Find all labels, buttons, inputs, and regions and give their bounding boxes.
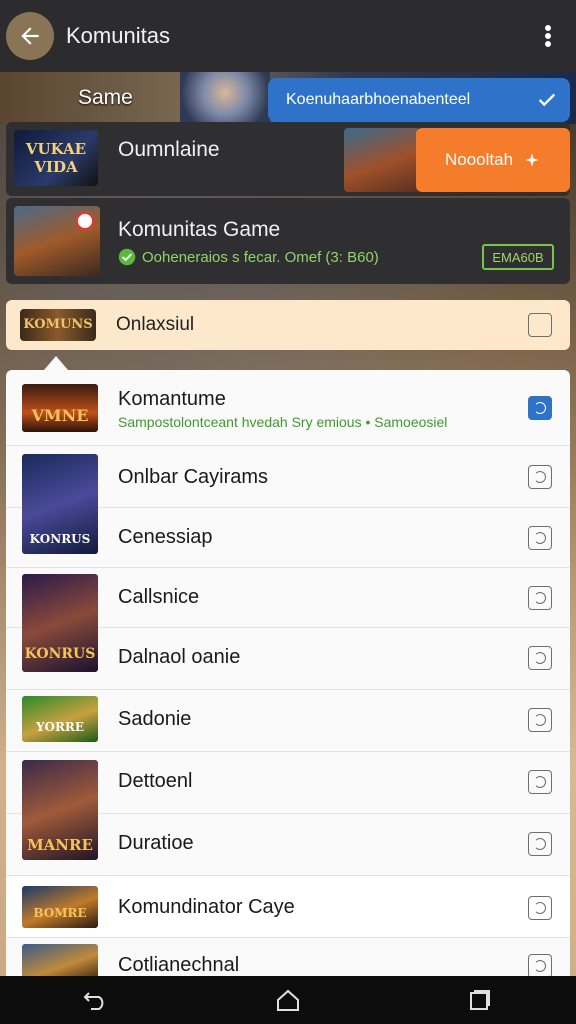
arrow-left-icon (21, 27, 39, 45)
hero-banner: Same Koenuhaarbhoenabenteel (0, 72, 576, 124)
sync-icon[interactable] (528, 770, 552, 794)
list-item[interactable]: KONRUS Onlbar Cayirams (6, 446, 570, 554)
list-item[interactable]: YORRE Sadonie (6, 690, 570, 752)
sync-icon[interactable] (528, 396, 552, 420)
banner-action-button[interactable]: Koenuhaarbhoenabenteel (268, 78, 570, 122)
thumbnail-caption: VUKAE VIDA (25, 140, 87, 176)
list-item[interactable]: Duratioe (6, 814, 570, 876)
orange-action-button[interactable]: Noooltah (416, 128, 570, 192)
list-item-title: Duratioe (118, 832, 194, 854)
thumbnail-caption: YORRE (35, 720, 85, 734)
community-subtitle-text: Ooheneraios s fecar. Omef (3: B60) (142, 248, 379, 266)
list-item-title: Callsnice (118, 586, 200, 608)
sync-icon[interactable] (528, 896, 552, 920)
list-item-thumbnail (22, 944, 98, 976)
selected-item-label: Onlaxsiul (116, 314, 195, 335)
nav-home-button[interactable] (264, 980, 312, 1020)
list-item[interactable]: MANRE Dettoenl (6, 752, 570, 860)
card-artwork (344, 128, 420, 192)
selected-list-item[interactable]: KOMUNS Onlaxsiul (6, 300, 570, 350)
list-item-title: Dalnaol oanie (118, 646, 241, 668)
sparkle-icon (525, 153, 539, 167)
list-item-thumbnail: VMNE (22, 384, 98, 432)
selected-thumb-caption: KOMUNS (23, 317, 93, 332)
selected-item-thumbnail: KOMUNS (20, 309, 96, 341)
list-item-title: Sadonie (118, 708, 192, 730)
list-item[interactable]: Cotlianechnal (6, 938, 570, 976)
thumbnail-caption: VMNE (31, 406, 89, 425)
sync-icon[interactable] (528, 708, 552, 732)
list-item-title: Komantume (118, 388, 226, 410)
list-item[interactable]: BOMRE Komundinator Caye (6, 876, 570, 938)
list-item-title: Komundinator Caye (118, 896, 295, 918)
list-item[interactable]: KONRUS Callsnice (6, 568, 570, 672)
community-subtitle: Ooheneraios s fecar. Omef (3: B60) (118, 248, 379, 266)
home-icon (277, 989, 299, 1011)
orange-button-label: Noooltah (444, 150, 514, 169)
hero-image (180, 72, 270, 124)
sync-icon[interactable] (528, 954, 552, 976)
featured-card[interactable]: VUKAE VIDA Oumnlaine Noooltah (6, 122, 570, 196)
list-item-title: Dettoenl (118, 770, 193, 792)
community-list: VMNE Komantume Sampostolontceant hvedah … (6, 370, 570, 976)
list-item-title: Cenessiap (118, 526, 213, 548)
list-item-thumbnail: BOMRE (22, 886, 98, 928)
community-card[interactable]: Komunitas Game Ooheneraios s fecar. Omef… (6, 198, 570, 284)
card-title: Oumnlaine (118, 138, 220, 161)
page-title: Komunitas (66, 23, 170, 48)
banner-label: Same (78, 86, 133, 109)
dropdown-caret (44, 356, 68, 370)
nav-recents-button[interactable] (456, 980, 504, 1020)
sync-icon[interactable] (528, 832, 552, 856)
list-item-title: Onlbar Cayirams (118, 466, 269, 488)
community-title: Komunitas Game (118, 218, 281, 241)
system-nav-bar (0, 976, 576, 1024)
list-item[interactable]: VMNE Komantume Sampostolontceant hvedah … (6, 370, 570, 446)
notification-badge-icon (76, 212, 94, 230)
community-thumbnail (14, 206, 100, 276)
status-badge[interactable]: EMA60B (482, 244, 554, 270)
sync-icon[interactable] (528, 646, 552, 670)
list-item[interactable]: Cenessiap (6, 508, 570, 568)
thumbnail-caption: BOMRE (33, 906, 87, 920)
list-item-title: Cotlianechnal (118, 954, 240, 976)
sync-icon[interactable] (528, 465, 552, 489)
check-icon (538, 93, 556, 107)
list-item-thumbnail: YORRE (22, 696, 98, 742)
recents-icon (470, 990, 490, 1010)
sync-icon[interactable] (528, 586, 552, 610)
more-vert-icon (545, 25, 551, 47)
back-nav-icon (83, 992, 104, 1010)
sync-icon[interactable] (528, 313, 552, 337)
check-circle-icon (118, 248, 136, 266)
app-bar: Komunitas (0, 0, 576, 72)
list-item-subtitle: Sampostolontceant hvedah Sry emious • Sa… (118, 414, 448, 430)
nav-back-button[interactable] (72, 980, 120, 1020)
sync-icon[interactable] (528, 526, 552, 550)
back-button[interactable] (6, 12, 54, 60)
game-thumbnail: VUKAE VIDA (14, 130, 98, 186)
banner-action-label: Koenuhaarbhoenabenteel (286, 91, 471, 108)
overflow-menu-button[interactable] (528, 12, 568, 60)
list-item[interactable]: Dalnaol oanie (6, 628, 570, 690)
